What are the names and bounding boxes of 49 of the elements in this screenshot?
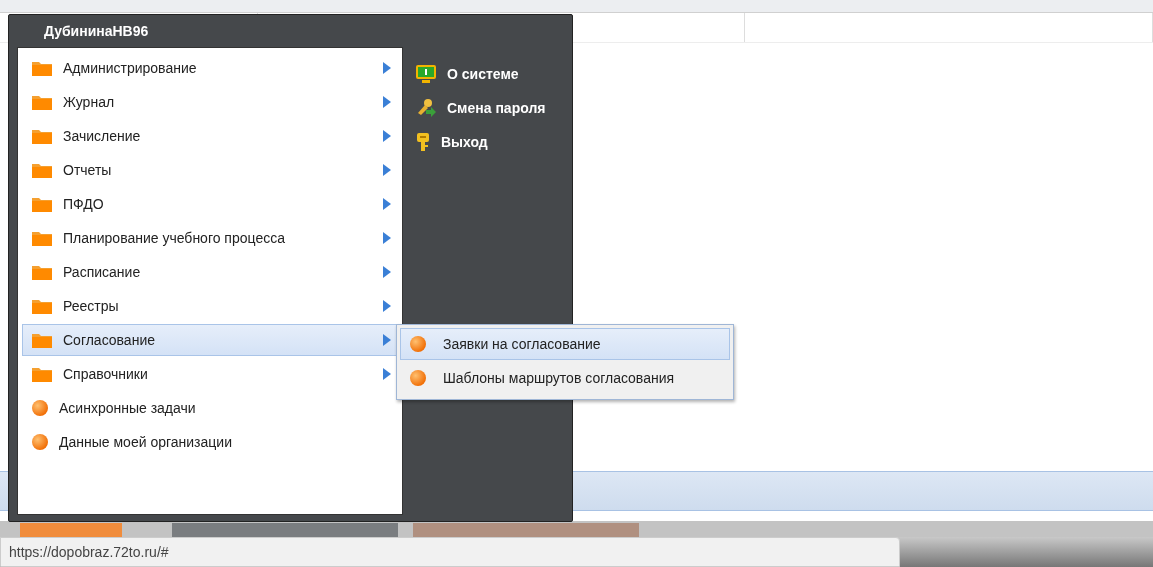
submenu-arrow-icon: [383, 334, 391, 346]
menu-action[interactable]: Смена пароля: [415, 91, 546, 125]
submenu-item[interactable]: Шаблоны маршрутов согласования: [400, 362, 730, 394]
folder-icon: [31, 161, 53, 179]
menu-item[interactable]: Асинхронные задачи: [22, 392, 398, 424]
folder-icon: [31, 331, 53, 349]
taskbar-button[interactable]: [172, 523, 398, 537]
ball-icon: [409, 369, 427, 387]
key-icon: [415, 132, 431, 152]
submenu-arrow-icon: [383, 300, 391, 312]
menu-item[interactable]: Отчеты: [22, 154, 398, 186]
folder-icon: [31, 59, 53, 77]
menu-item[interactable]: Реестры: [22, 290, 398, 322]
submenu-arrow-icon: [383, 198, 391, 210]
submenu-arrow-icon: [383, 62, 391, 74]
folder-icon: [31, 365, 53, 383]
submenu-item[interactable]: Заявки на согласование: [400, 328, 730, 360]
folder-icon: [31, 195, 53, 213]
menu-action[interactable]: О системе: [415, 57, 546, 91]
menu-item[interactable]: ПФДО: [22, 188, 398, 220]
submenu-arrow-icon: [383, 266, 391, 278]
folder-icon: [31, 229, 53, 247]
submenu-arrow-icon: [383, 96, 391, 108]
submenu-arrow-icon: [383, 368, 391, 380]
folder-icon: [31, 263, 53, 281]
submenu-arrow-icon: [383, 164, 391, 176]
user-name: ДубининаНВ96: [43, 22, 149, 41]
folder-icon: [31, 297, 53, 315]
taskbar-button[interactable]: [20, 523, 122, 537]
menu-item[interactable]: Согласование: [22, 324, 398, 356]
keys-arrow-icon: [415, 98, 437, 118]
menu-item[interactable]: Администрирование: [22, 52, 398, 84]
taskbar-button[interactable]: [413, 523, 639, 537]
folder-icon: [31, 93, 53, 111]
menu-item[interactable]: Планирование учебного процесса: [22, 222, 398, 254]
monitor-info-icon: [415, 64, 437, 84]
ball-icon: [409, 335, 427, 353]
submenu-arrow-icon: [383, 130, 391, 142]
menu-item[interactable]: Данные моей организации: [22, 426, 398, 458]
status-url: https://dopobraz.72to.ru/#: [0, 537, 900, 567]
menu-item[interactable]: Журнал: [22, 86, 398, 118]
menu-item[interactable]: Расписание: [22, 256, 398, 288]
submenu-arrow-icon: [383, 232, 391, 244]
menu-item[interactable]: Зачисление: [22, 120, 398, 152]
menu-item[interactable]: Справочники: [22, 358, 398, 390]
ball-icon: [31, 399, 49, 417]
ball-icon: [31, 433, 49, 451]
folder-icon: [31, 127, 53, 145]
menu-action[interactable]: Выход: [415, 125, 546, 159]
